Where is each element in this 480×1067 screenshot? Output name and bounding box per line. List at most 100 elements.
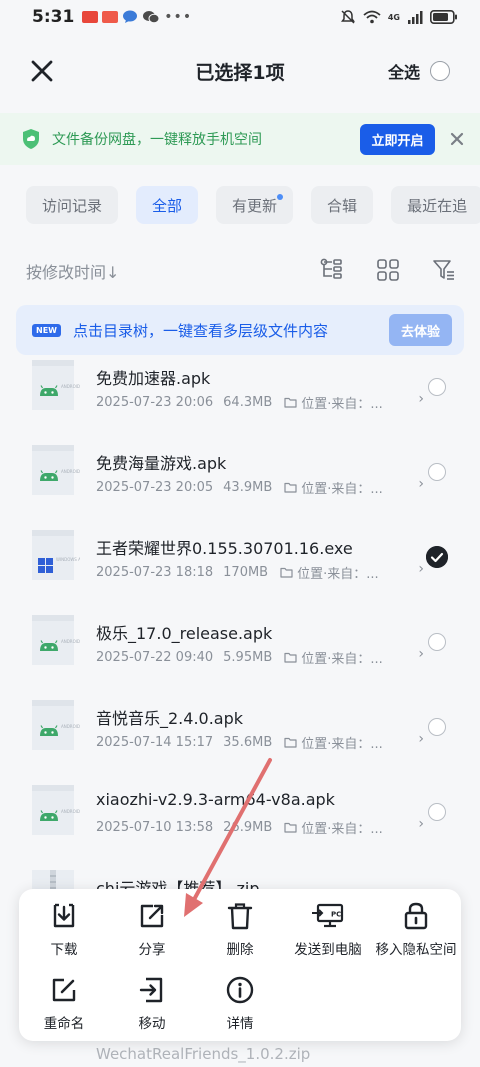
chat-bubble-icon [123,10,138,23]
file-size: 35.6MB [223,735,273,750]
chevron-right-icon[interactable]: › [418,476,424,492]
filter-icon[interactable] [432,258,456,282]
file-date: 2025-07-23 20:05 [96,480,214,495]
chevron-right-icon[interactable]: › [418,731,424,747]
close-icon[interactable] [447,129,467,149]
directory-tree-icon[interactable] [320,258,344,282]
sort-by-modified-time[interactable]: 按修改时间↓ [26,263,119,282]
directory-tree-tip: NEW 点击目录树，一键查看多层级文件内容 去体验 [16,305,464,355]
update-dot [277,194,284,200]
file-name: 极乐_17.0_release.apk [96,624,273,643]
file-row[interactable]: ANDROID APP 音悦音乐_2.4.0.apk 2025-07-14 15:… [0,698,480,783]
select-radio[interactable] [428,378,446,396]
file-location: 位置·来自：... [301,822,383,837]
thumb-label: ANDROID APP [61,724,80,729]
enable-backup-button[interactable]: 立即开启 [360,124,435,155]
folder-icon [284,397,297,408]
tab-label: 合辑 [327,196,358,215]
rename-icon [52,978,76,1002]
tab-label: 最近在追 [407,196,468,215]
file-row[interactable]: ANDROID APP xiaozhi-v2.9.3-arm64-v8a.apk… [0,783,480,868]
file-size: 26.9MB [223,820,273,835]
file-location: 位置·来自：... [301,397,383,412]
file-meta: 2025-07-23 20:06 64.3MB 位置·来自：... [96,393,383,412]
file-location: 位置·来自：... [301,652,383,667]
file-row[interactable]: ANDROID APP 免费加速器.apk 2025-07-23 20:06 64.… [0,358,480,443]
file-list: ANDROID APP 免费加速器.apk 2025-07-23 20:06 64.… [0,358,480,953]
move-button[interactable]: 移动 [107,975,197,1035]
file-size: 64.3MB [223,395,273,410]
share-button[interactable]: 分享 [107,901,197,961]
tab-2[interactable]: 有更新 [216,186,294,224]
select-all-radio[interactable] [430,61,450,81]
filter-tabs: 访问记录 全部 有更新 合辑 最近在追 [26,186,480,224]
mute-bell-icon [340,10,355,24]
file-date: 2025-07-23 18:18 [96,565,214,580]
grid-view-icon[interactable] [376,258,400,282]
details-button[interactable]: 详情 [195,975,285,1035]
checked-radio[interactable] [426,546,448,568]
chevron-right-icon[interactable]: › [418,646,424,662]
tab-label: 全部 [152,196,183,215]
chevron-right-icon[interactable]: › [418,561,424,577]
file-name: xiaozhi-v2.9.3-arm64-v8a.apk [96,790,335,809]
download-label: 下载 [50,942,78,958]
select-all-label: 全选 [387,63,420,82]
share-label: 分享 [138,942,166,958]
status-time: 5:31 [32,7,75,27]
try-it-button[interactable]: 去体验 [388,314,452,346]
lock-icon [404,902,428,930]
file-row[interactable]: ANDROID APP 极乐_17.0_release.apk 2025-07-2… [0,613,480,698]
svg-text:PC: PC [331,911,341,919]
select-radio[interactable] [428,718,446,736]
wechat-icon [143,11,160,24]
select-radio[interactable] [428,803,446,821]
move-to-private-space-button[interactable]: 移入隐私空间 [371,901,461,961]
network-type: 4G [387,12,400,22]
file-row[interactable]: ANDROID APP 免费海量游戏.apk 2025-07-23 20:05 43… [0,443,480,528]
file-location: 位置·来自：... [301,737,383,752]
download-button[interactable]: 下载 [19,901,109,961]
select-all-button[interactable]: 全选 [388,56,450,86]
rename-label: 重命名 [43,1016,85,1032]
file-date: 2025-07-14 15:17 [96,735,214,750]
android-app-icon: ANDROID APP [26,698,89,752]
file-size: 5.95MB [223,650,273,665]
select-radio[interactable] [428,463,446,481]
chevron-right-icon[interactable]: › [418,816,424,832]
file-meta: 2025-07-14 15:17 35.6MB 位置·来自：... [96,733,383,752]
backup-banner: 文件备份网盘，一键释放手机空间 立即开启 [0,113,480,165]
tab-0[interactable]: 访问记录 [26,186,119,224]
info-icon [226,976,254,1004]
rename-button[interactable]: 重命名 [19,975,109,1035]
move-to-private-space-label: 移入隐私空间 [375,942,457,958]
delete-label: 删除 [226,942,254,958]
tab-4[interactable]: 最近在追 [391,186,480,224]
android-app-icon: ANDROID APP [26,613,89,667]
select-radio[interactable] [428,633,446,651]
send-to-pc-button[interactable]: PC 发送到电脑 [283,901,373,961]
chevron-right-icon[interactable]: › [418,391,424,407]
battery-icon [430,10,457,24]
file-meta: 2025-07-22 09:40 5.95MB 位置·来自：... [96,648,383,667]
close-icon[interactable] [26,55,58,87]
action-sheet: 下载 分享 删除 PC 发送到电脑 移入隐私空间 重命名 移动 详情 [19,889,461,1041]
file-name: 免费加速器.apk [96,369,211,388]
tab-label: 访问记录 [42,196,103,215]
tab-label: 有更新 [232,196,278,215]
delete-button[interactable]: 删除 [195,901,285,961]
tab-3[interactable]: 合辑 [311,186,374,224]
folder-icon [284,822,297,833]
file-meta: 2025-07-10 13:58 26.9MB 位置·来自：... [96,818,383,837]
file-location: 位置·来自：... [301,482,383,497]
trash-icon [227,903,253,930]
file-meta: 2025-07-23 20:05 43.9MB 位置·来自：... [96,478,383,497]
file-row[interactable]: WINDOWS APP 王者荣耀世界0.155.30701.16.exe 2025… [0,528,480,613]
signal-icon [408,11,423,24]
banner-text: 文件备份网盘，一键释放手机空间 [52,132,262,148]
list-item-name: WechatRealFriends_1.0.2.zip [96,1045,311,1063]
folder-icon [280,567,293,578]
file-date: 2025-07-23 20:06 [96,395,214,410]
send-to-pc-label: 发送到电脑 [294,942,362,958]
tab-1[interactable]: 全部 [136,186,199,224]
